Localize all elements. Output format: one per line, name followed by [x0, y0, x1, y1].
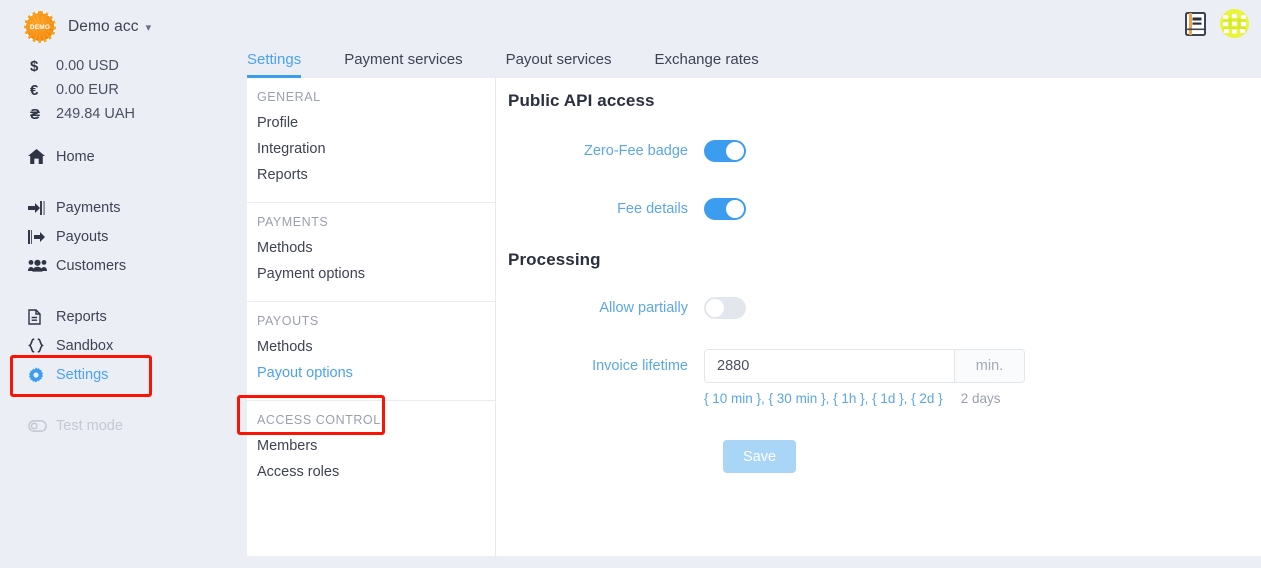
label-invoice-lifetime: Invoice lifetime — [592, 358, 688, 374]
toggle-icon — [28, 419, 56, 432]
top-tabbar: Settings Payment services Payout service… — [228, 0, 1261, 78]
tab-exchange-rates[interactable]: Exchange rates — [654, 51, 758, 78]
balance-amount-uah: 249.84 UAH — [56, 106, 135, 122]
invoice-lifetime-input-group: min. — [704, 349, 1025, 383]
save-button[interactable]: Save — [723, 440, 796, 473]
currency-symbol-usd: $ — [30, 57, 39, 75]
field-fee-details: Fee details — [504, 198, 746, 220]
sidebar-item-customers[interactable]: Customers — [0, 251, 228, 280]
toggle-knob — [706, 299, 724, 317]
label-zero-fee-badge: Zero-Fee badge — [584, 143, 688, 159]
submenu-heading-access-control: ACCESS CONTROL — [257, 413, 381, 427]
section-title-public-api: Public API access — [508, 91, 655, 110]
nav-group-mode: Test mode — [0, 411, 228, 440]
sidebar-item-test-mode[interactable]: Test mode — [0, 411, 228, 440]
submenu-item-integration[interactable]: Integration — [247, 136, 495, 162]
account-switcher[interactable]: DEMO Demo acc ▾ — [0, 0, 228, 44]
invoice-lifetime-hints: { 10 min }, { 30 min }, { 1h }, { 1d }, … — [704, 391, 1025, 406]
left-sidebar: DEMO Demo acc ▾ $ 0.00 USD € 0.00 EUR ₴ … — [0, 0, 228, 568]
nav-group-transactions: Payments Payouts Customers — [0, 193, 228, 280]
submenu-section-access-control: ACCESS CONTROL Members Access roles — [247, 401, 495, 499]
sidebar-item-home[interactable]: Home — [0, 142, 228, 171]
submenu-item-members[interactable]: Members — [247, 433, 495, 459]
field-invoice-lifetime: Invoice lifetime min. { 10 min }, { 30 m… — [504, 349, 1025, 406]
nav-group-main: Home — [0, 142, 228, 171]
avatar-identicon[interactable] — [1220, 9, 1249, 38]
balance-row-eur: € 0.00 EUR — [0, 78, 228, 102]
sidebar-item-reports[interactable]: Reports — [0, 302, 228, 331]
tab-payout-services[interactable]: Payout services — [506, 51, 612, 78]
sidebar-item-label-reports: Reports — [56, 308, 107, 325]
users-icon — [28, 259, 56, 272]
toggle-zero-fee-badge[interactable] — [704, 140, 746, 162]
sign-out-icon — [28, 229, 56, 244]
toggle-knob — [726, 142, 744, 160]
submenu-item-payment-methods[interactable]: Methods — [247, 235, 495, 261]
header-icon-group — [1185, 9, 1249, 38]
submenu-heading-general: GENERAL — [257, 90, 321, 104]
sidebar-item-label-sandbox: Sandbox — [56, 337, 114, 354]
toggle-allow-partially[interactable] — [704, 297, 746, 319]
balance-list: $ 0.00 USD € 0.00 EUR ₴ 249.84 UAH — [0, 54, 228, 126]
submenu-section-payouts: PAYOUTS Methods Payout options — [247, 302, 495, 401]
sidebar-item-sandbox[interactable]: Sandbox — [0, 331, 228, 360]
submenu-section-general: GENERAL Profile Integration Reports — [247, 78, 495, 203]
sidebar-item-settings[interactable]: Settings — [0, 360, 228, 389]
invoice-lifetime-input[interactable] — [704, 349, 954, 383]
submenu-item-access-roles[interactable]: Access roles — [247, 459, 495, 485]
invoice-lifetime-unit: min. — [954, 349, 1025, 383]
demo-badge-icon: DEMO — [24, 11, 56, 43]
submenu-heading-payments: PAYMENTS — [257, 215, 329, 229]
sidebar-item-label-home: Home — [56, 148, 95, 165]
demo-badge-label: DEMO — [29, 23, 51, 31]
main-content: Public API access Zero-Fee badge Fee det… — [496, 78, 1261, 556]
chevron-down-icon: ▾ — [145, 21, 152, 34]
sidebar-item-label-payouts: Payouts — [56, 228, 109, 245]
braces-icon — [28, 338, 56, 353]
field-allow-partially: Allow partially — [504, 297, 746, 319]
tab-settings[interactable]: Settings — [247, 51, 302, 78]
submenu-item-payment-options[interactable]: Payment options — [247, 261, 495, 287]
sidebar-item-label-customers: Customers — [56, 257, 127, 274]
balance-row-uah: ₴ 249.84 UAH — [0, 102, 228, 126]
submenu-item-profile[interactable]: Profile — [247, 110, 495, 136]
invoice-lifetime-control: min. { 10 min }, { 30 min }, { 1h }, { 1… — [704, 349, 1025, 406]
book-icon[interactable] — [1185, 11, 1206, 36]
balance-amount-eur: 0.00 EUR — [56, 82, 119, 98]
label-fee-details: Fee details — [617, 201, 688, 217]
settings-submenu: GENERAL Profile Integration Reports PAYM… — [247, 78, 496, 556]
section-title-processing: Processing — [508, 250, 601, 269]
currency-symbol-eur: € — [30, 81, 39, 99]
invoice-lifetime-resolved: 2 days — [960, 391, 1001, 406]
balance-row-usd: $ 0.00 USD — [0, 54, 228, 78]
home-icon — [28, 149, 56, 164]
sidebar-item-payouts[interactable]: Payouts — [0, 222, 228, 251]
tab-payment-services[interactable]: Payment services — [344, 51, 462, 78]
submenu-heading-payouts: PAYOUTS — [257, 314, 319, 328]
account-name: Demo acc — [68, 18, 139, 35]
gear-icon — [28, 366, 56, 383]
invoice-lifetime-presets[interactable]: { 10 min }, { 30 min }, { 1h }, { 1d }, … — [704, 391, 943, 406]
toggle-fee-details[interactable] — [704, 198, 746, 220]
document-icon — [28, 308, 56, 325]
currency-symbol-uah: ₴ — [30, 105, 41, 123]
toggle-knob — [726, 200, 744, 218]
submenu-section-payments: PAYMENTS Methods Payment options — [247, 203, 495, 302]
field-zero-fee-badge: Zero-Fee badge — [504, 140, 746, 162]
sidebar-item-label-test-mode: Test mode — [56, 417, 123, 434]
nav-group-tools: Reports Sandbox Settings — [0, 302, 228, 389]
submenu-item-payout-methods[interactable]: Methods — [247, 334, 495, 360]
submenu-item-reports[interactable]: Reports — [247, 162, 495, 188]
sidebar-item-label-settings: Settings — [56, 366, 109, 383]
sidebar-item-label-payments: Payments — [56, 199, 121, 216]
sidebar-item-payments[interactable]: Payments — [0, 193, 228, 222]
submenu-item-payout-options[interactable]: Payout options — [247, 360, 495, 386]
balance-amount-usd: 0.00 USD — [56, 58, 119, 74]
sign-in-icon — [28, 200, 56, 215]
app-root: DEMO Demo acc ▾ $ 0.00 USD € 0.00 EUR ₴ … — [0, 0, 1261, 568]
label-allow-partially: Allow partially — [599, 300, 688, 316]
tab-list: Settings Payment services Payout service… — [247, 34, 802, 78]
